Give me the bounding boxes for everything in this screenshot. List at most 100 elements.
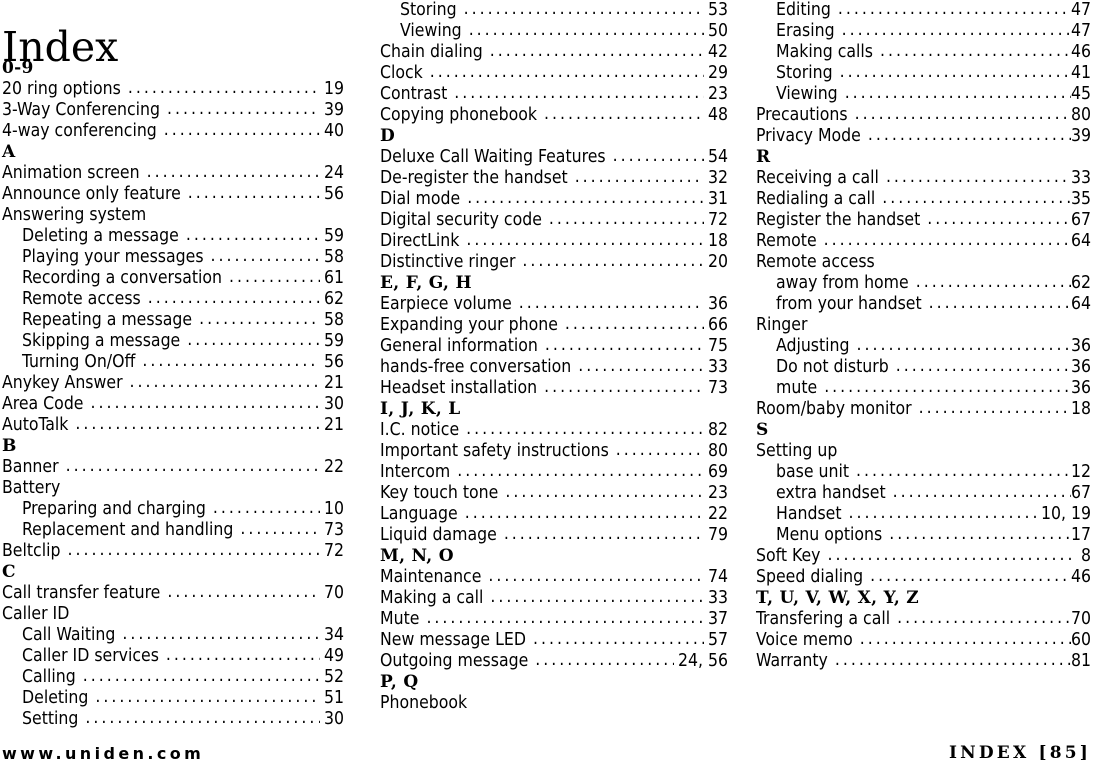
index-entry[interactable]: Clock 29 — [380, 63, 728, 84]
dot-leader — [893, 483, 1071, 503]
index-subentry[interactable]: Storing 53 — [380, 0, 728, 21]
index-entry-page-number: 19 — [323, 79, 344, 99]
index-entry[interactable]: Mute 37 — [380, 609, 728, 630]
index-subentry[interactable]: Skipping a message 59 — [2, 331, 344, 352]
index-entry-label: Important safety instructions — [380, 441, 609, 461]
index-entry[interactable]: Battery — [2, 478, 344, 499]
index-entry-page-number: 58 — [323, 310, 344, 330]
index-entry[interactable]: Copying phonebook 48 — [380, 105, 728, 126]
index-entry[interactable]: Making a call 33 — [380, 588, 728, 609]
index-entry-label: Area Code — [2, 394, 84, 414]
index-entry[interactable]: Redialing a call 35 — [756, 189, 1091, 210]
index-subentry[interactable]: Replacement and handling 73 — [2, 520, 344, 541]
index-subentry[interactable]: Caller ID services 49 — [2, 646, 344, 667]
dot-leader — [522, 252, 704, 272]
index-entry[interactable]: Anykey Answer 21 — [2, 373, 344, 394]
index-subentry[interactable]: Adjusting 36 — [756, 336, 1091, 357]
index-subentry[interactable]: Storing 41 — [756, 63, 1091, 84]
dot-leader — [83, 667, 320, 687]
index-entry[interactable]: Digital security code 72 — [380, 210, 728, 231]
index-entry[interactable]: De-register the handset 32 — [380, 168, 728, 189]
index-entry-label: I.C. notice — [380, 420, 460, 440]
dot-leader — [464, 0, 704, 20]
index-entry[interactable]: Banner 22 — [2, 457, 344, 478]
index-subentry[interactable]: Editing 47 — [756, 0, 1091, 21]
index-entry[interactable]: Deluxe Call Waiting Features 54 — [380, 147, 728, 168]
index-entry[interactable]: Remote access — [756, 252, 1091, 273]
index-entry[interactable]: Beltclip 72 — [2, 541, 344, 562]
index-entry[interactable]: Soft Key 8 — [756, 546, 1091, 567]
index-entry-page-number: 70 — [1070, 609, 1091, 629]
index-entry[interactable]: Earpiece volume 36 — [380, 294, 728, 315]
index-entry[interactable]: Language 22 — [380, 504, 728, 525]
index-entry[interactable]: Important safety instructions 80 — [380, 441, 728, 462]
index-entry[interactable]: Expanding your phone 66 — [380, 315, 728, 336]
index-subentry[interactable]: extra handset 67 — [756, 483, 1091, 504]
index-subentry[interactable]: Turning On/Off 56 — [2, 352, 344, 373]
index-entry[interactable]: Contrast 23 — [380, 84, 728, 105]
index-entry[interactable]: Headset installation 73 — [380, 378, 728, 399]
index-subentry[interactable]: Calling 52 — [2, 667, 344, 688]
index-entry[interactable]: Outgoing message 24, 56 — [380, 651, 728, 672]
index-subentry[interactable]: Remote access 62 — [2, 289, 344, 310]
index-entry[interactable]: Area Code 30 — [2, 394, 344, 415]
index-entry[interactable]: 3-Way Conferencing 39 — [2, 100, 344, 121]
index-entry[interactable]: Distinctive ringer 20 — [380, 252, 728, 273]
index-subentry[interactable]: Repeating a message 58 — [2, 310, 344, 331]
index-subentry[interactable]: Handset 10, 19 — [756, 504, 1091, 525]
index-entry[interactable]: 20 ring options 19 — [2, 79, 344, 100]
index-entry[interactable]: Warranty 81 — [756, 651, 1091, 672]
index-entry[interactable]: New message LED 57 — [380, 630, 728, 651]
index-entry[interactable]: Phonebook — [380, 693, 728, 714]
index-entry[interactable]: Speed dialing 46 — [756, 567, 1091, 588]
index-subentry[interactable]: Recording a conversation 61 — [2, 268, 344, 289]
index-entry[interactable]: General information 75 — [380, 336, 728, 357]
index-entry[interactable]: Caller ID — [2, 604, 344, 625]
index-subentry[interactable]: Erasing 47 — [756, 21, 1091, 42]
index-entry[interactable]: Answering system — [2, 205, 344, 226]
index-entry[interactable]: Liquid damage 79 — [380, 525, 728, 546]
index-subentry[interactable]: Deleting 51 — [2, 688, 344, 709]
index-subentry[interactable]: Do not disturb 36 — [756, 357, 1091, 378]
index-entry[interactable]: Intercom 69 — [380, 462, 728, 483]
index-entry[interactable]: Precautions 80 — [756, 105, 1091, 126]
index-entry-label: extra handset — [776, 483, 886, 503]
index-subentry[interactable]: base unit 12 — [756, 462, 1091, 483]
index-subentry[interactable]: Setting 30 — [2, 709, 344, 730]
index-subentry[interactable]: Making calls 46 — [756, 42, 1091, 63]
index-entry[interactable]: Register the handset 67 — [756, 210, 1091, 231]
index-entry[interactable]: Animation screen 24 — [2, 163, 344, 184]
index-subentry[interactable]: Menu options 17 — [756, 525, 1091, 546]
index-entry[interactable]: Setting up — [756, 441, 1091, 462]
index-entry[interactable]: Key touch tone 23 — [380, 483, 728, 504]
index-entry-page-number: 36 — [1070, 336, 1091, 356]
index-subentry[interactable]: mute 36 — [756, 378, 1091, 399]
index-entry[interactable]: hands-free conversation 33 — [380, 357, 728, 378]
index-entry[interactable]: Room/baby monitor 18 — [756, 399, 1091, 420]
index-subentry[interactable]: Playing your messages 58 — [2, 247, 344, 268]
index-entry[interactable]: 4-way conferencing 40 — [2, 121, 344, 142]
index-subentry[interactable]: Viewing 50 — [380, 21, 728, 42]
dot-leader — [868, 126, 1071, 146]
index-entry[interactable]: Dial mode 31 — [380, 189, 728, 210]
index-entry[interactable]: Privacy Mode 39 — [756, 126, 1091, 147]
index-entry[interactable]: Remote 64 — [756, 231, 1091, 252]
index-subentry[interactable]: Deleting a message 59 — [2, 226, 344, 247]
index-entry[interactable]: Chain dialing 42 — [380, 42, 728, 63]
index-subentry[interactable]: Call Waiting 34 — [2, 625, 344, 646]
index-entry[interactable]: AutoTalk 21 — [2, 415, 344, 436]
index-entry[interactable]: Receiving a call 33 — [756, 168, 1091, 189]
index-entry[interactable]: Call transfer feature 70 — [2, 583, 344, 604]
dot-leader — [130, 373, 320, 393]
index-entry[interactable]: Voice memo 60 — [756, 630, 1091, 651]
index-subentry[interactable]: Viewing 45 — [756, 84, 1091, 105]
index-entry[interactable]: Maintenance 74 — [380, 567, 728, 588]
index-entry[interactable]: DirectLink 18 — [380, 231, 728, 252]
index-subentry[interactable]: from your handset 64 — [756, 294, 1091, 315]
index-entry[interactable]: Ringer — [756, 315, 1091, 336]
index-entry[interactable]: Transfering a call 70 — [756, 609, 1091, 630]
index-entry[interactable]: Announce only feature 56 — [2, 184, 344, 205]
index-subentry[interactable]: away from home 62 — [756, 273, 1091, 294]
index-subentry[interactable]: Preparing and charging 10 — [2, 499, 344, 520]
index-entry[interactable]: I.C. notice 82 — [380, 420, 728, 441]
